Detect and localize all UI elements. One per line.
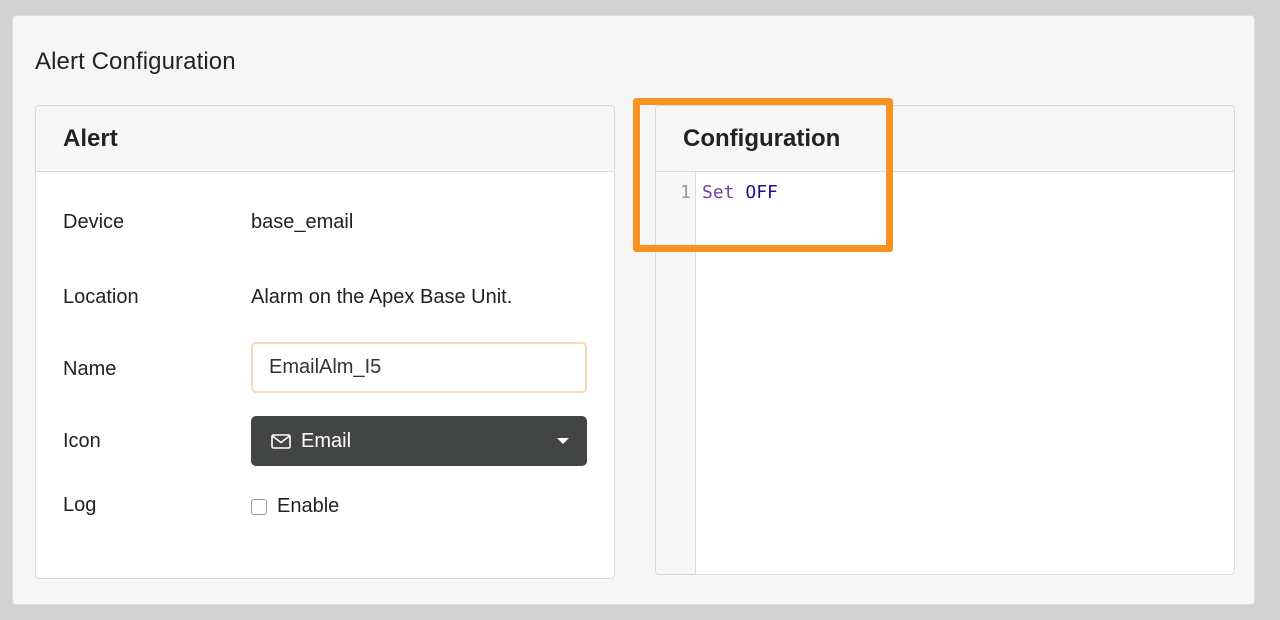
log-enable-label: Enable (277, 495, 340, 517)
log-enable-checkbox[interactable] (251, 498, 267, 515)
envelope-icon (271, 433, 291, 449)
device-value: base_email (251, 211, 354, 233)
code-line[interactable]: Set OFF (702, 182, 778, 203)
code-keyword: Set (702, 182, 735, 203)
code-editor[interactable]: 1 Set OFF (656, 172, 1234, 574)
caret-down-icon (557, 438, 569, 444)
editor-gutter: 1 (656, 172, 696, 574)
name-input[interactable] (251, 342, 587, 393)
alert-panel-header: Alert (36, 106, 614, 172)
configuration-panel-header: Configuration (656, 106, 1234, 172)
log-enable-toggle[interactable]: Enable (251, 495, 339, 518)
location-value: Alarm on the Apex Base Unit. (251, 286, 513, 308)
page-title: Alert Configuration (35, 48, 236, 75)
code-argument: OFF (745, 182, 778, 203)
device-label: Device (63, 211, 125, 233)
alert-configuration-card: Alert Configuration Alert Device base_em… (12, 15, 1255, 605)
configuration-panel: Configuration 1 Set OFF (655, 105, 1235, 575)
name-label: Name (63, 358, 117, 380)
alert-panel: Alert Device base_email Location Alarm o… (35, 105, 615, 579)
log-label: Log (63, 494, 97, 516)
line-number: 1 (680, 182, 691, 203)
icon-label: Icon (63, 430, 101, 452)
icon-select-value: Email (301, 429, 352, 452)
icon-select-dropdown[interactable]: Email (251, 416, 587, 466)
location-label: Location (63, 286, 139, 308)
